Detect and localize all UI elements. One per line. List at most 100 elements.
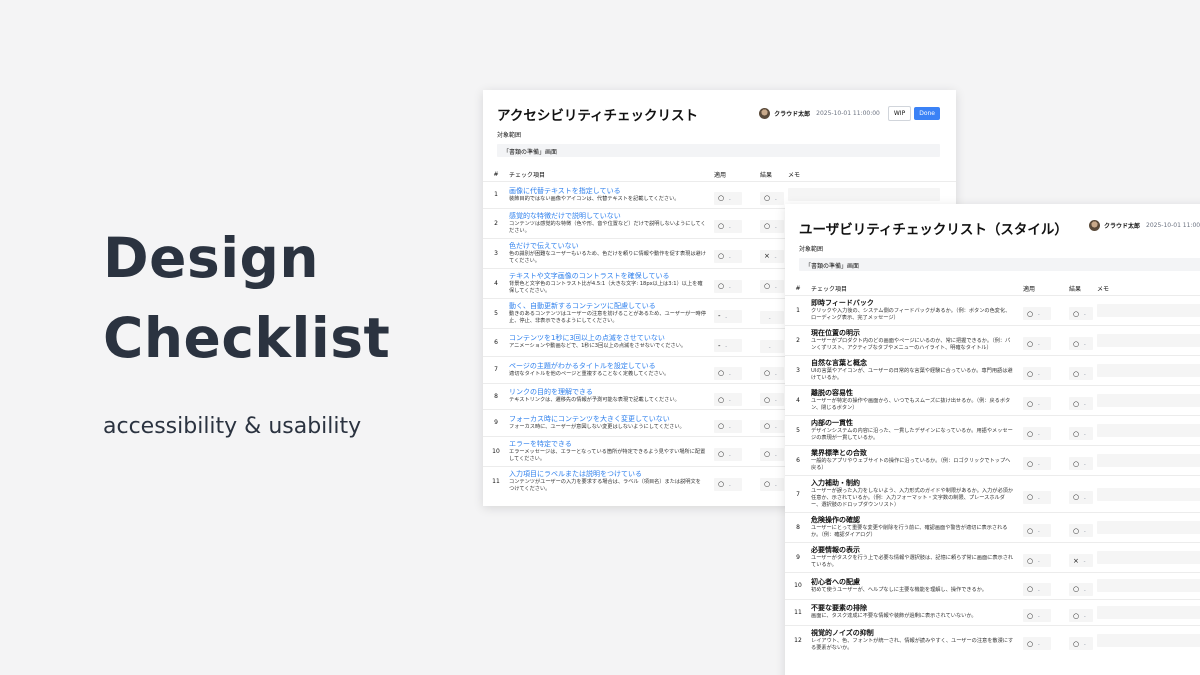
check-item-description: デザインシステムの内容に沿った、一貫したデザインになっているか。用語やメッセージ…: [811, 428, 1013, 441]
result-select[interactable]: ○ ⌄: [760, 279, 784, 293]
apply-select[interactable]: ○ ⌄: [1023, 367, 1051, 381]
apply-select[interactable]: ○ ⌄: [1023, 490, 1051, 504]
result-select[interactable]: ○ ⌄: [1069, 524, 1093, 538]
apply-select[interactable]: ○ ⌄: [714, 393, 742, 406]
chevron-down-icon: ⌄: [728, 423, 732, 429]
chevron-down-icon: ⌄: [1083, 341, 1087, 347]
apply-select[interactable]: ○ ⌄: [714, 477, 742, 491]
chevron-down-icon: ⌄: [774, 423, 778, 429]
memo-input[interactable]: [1097, 487, 1200, 501]
apply-select[interactable]: ○ ⌄: [1023, 582, 1051, 596]
apply-select[interactable]: ○ ⌄: [714, 191, 742, 205]
apply-select[interactable]: - ⌄: [714, 309, 742, 323]
done-badge-button[interactable]: Done: [914, 107, 940, 120]
apply-select[interactable]: ○ ⌄: [714, 419, 742, 433]
chevron-down-icon: ⌄: [1037, 311, 1041, 317]
memo-input[interactable]: [1097, 551, 1200, 564]
memo-input[interactable]: [1097, 424, 1200, 437]
sheet-title: アクセシビリティチェックリスト: [497, 108, 699, 124]
chevron-down-icon: ⌄: [773, 253, 778, 259]
row-number: 9: [796, 554, 800, 561]
check-item-description: コンテンツがユーザーの入力を要求する場合は、ラベル（項目名）または説明文をつけて…: [509, 478, 701, 492]
apply-value: ○: [718, 480, 725, 489]
result-select[interactable]: × ⌄: [760, 249, 784, 263]
result-select[interactable]: ○ ⌄: [1069, 637, 1093, 651]
memo-input[interactable]: [1097, 334, 1200, 347]
result-select[interactable]: ○ ⌄: [1069, 427, 1093, 441]
result-value: ○: [764, 194, 771, 202]
apply-value: ○: [718, 450, 725, 459]
scope-field[interactable]: 「書類の準備」画面: [799, 258, 1200, 271]
apply-value: ○: [1027, 339, 1034, 348]
apply-select[interactable]: ○ ⌄: [1023, 457, 1051, 471]
apply-select[interactable]: ○ ⌄: [1023, 307, 1051, 321]
apply-select[interactable]: ○ ⌄: [714, 366, 742, 380]
result-select[interactable]: ⌄: [760, 340, 784, 353]
check-item: リンクの目的を理解できる テキストリンクは、遷移先の情報が予測可能な表現で記載して…: [509, 388, 714, 404]
memo-input[interactable]: [1097, 394, 1200, 407]
result-select[interactable]: ○ ⌄: [1069, 490, 1093, 504]
check-item-title: 危険操作の確認: [811, 516, 860, 524]
result-select[interactable]: ○ ⌄: [760, 366, 784, 380]
apply-select[interactable]: ○ ⌄: [1023, 554, 1051, 568]
check-item-title[interactable]: 画像に代替テキストを指定している: [509, 187, 706, 196]
apply-select[interactable]: - ⌄: [714, 339, 742, 352]
chevron-down-icon: ⌄: [1083, 586, 1087, 592]
result-select[interactable]: × ⌄: [1069, 554, 1093, 568]
check-item: 必要情報の表示 ユーザーがタスクを行う上で必要な情報や選択肢は、記憶に頼らず常に画…: [811, 546, 1023, 569]
check-item-title[interactable]: 動く、自動更新するコンテンツに配慮している: [509, 302, 706, 311]
memo-input[interactable]: [1097, 454, 1200, 467]
result-select[interactable]: ○ ⌄: [1069, 457, 1093, 471]
check-item-title[interactable]: コンテンツを1秒に3回以上の点滅をさせていない: [509, 334, 706, 343]
chevron-down-icon: ⌄: [1037, 341, 1041, 347]
check-item-title[interactable]: 色だけで伝えていない: [509, 242, 706, 251]
result-select[interactable]: ○ ⌄: [760, 419, 784, 433]
memo-input[interactable]: [788, 188, 940, 202]
result-select[interactable]: ○ ⌄: [1069, 582, 1093, 596]
result-select[interactable]: ○ ⌄: [760, 447, 784, 461]
apply-select[interactable]: ○ ⌄: [714, 249, 742, 263]
check-item-title[interactable]: エラーを特定できる: [509, 440, 706, 449]
table-row: 9 必要情報の表示 ユーザーがタスクを行う上で必要な情報や選択肢は、記憶に頼らず常に…: [785, 542, 1200, 572]
apply-select[interactable]: ○ ⌄: [1023, 524, 1051, 538]
result-select[interactable]: ○ ⌄: [1069, 337, 1093, 351]
apply-select[interactable]: ○ ⌄: [1023, 609, 1051, 622]
result-select[interactable]: ⌄: [760, 310, 784, 324]
apply-select[interactable]: ○ ⌄: [714, 219, 742, 233]
result-select[interactable]: ○ ⌄: [760, 477, 784, 491]
result-value: ○: [1073, 309, 1080, 318]
result-select[interactable]: ○ ⌄: [1069, 609, 1093, 622]
chevron-down-icon: ⌄: [774, 283, 778, 289]
check-item-title: 現在位置の明示: [811, 329, 860, 337]
result-select[interactable]: ○ ⌄: [1069, 307, 1093, 321]
memo-input[interactable]: [1097, 364, 1200, 377]
apply-select[interactable]: ○ ⌄: [714, 279, 742, 293]
col-memo-header: メモ: [788, 171, 801, 179]
result-select[interactable]: ○ ⌄: [760, 219, 784, 233]
result-select[interactable]: ○ ⌄: [1069, 367, 1093, 381]
memo-input[interactable]: [1097, 605, 1200, 619]
check-item: 入力補助・制約 ユーザーが誤った入力をしないよう、入力形式のガイドや制限があるか。…: [811, 479, 1023, 509]
check-item-title[interactable]: 入力項目にラベルまたは説明をつけている: [509, 470, 706, 479]
apply-select[interactable]: ○ ⌄: [1023, 397, 1051, 411]
memo-input[interactable]: [1097, 521, 1200, 534]
memo-input[interactable]: [1097, 304, 1200, 317]
apply-value: ○: [1027, 369, 1034, 378]
scope-field[interactable]: 「書類の準備」画面: [497, 144, 940, 157]
apply-select[interactable]: ○ ⌄: [1023, 427, 1051, 441]
memo-input[interactable]: [1097, 634, 1200, 647]
apply-select[interactable]: ○ ⌄: [714, 447, 742, 461]
apply-select[interactable]: ○ ⌄: [1023, 337, 1051, 351]
check-item-title[interactable]: テキストや文字画像のコントラストを確保している: [509, 272, 706, 281]
check-item-title[interactable]: 感覚的な特徴だけで説明していない: [509, 212, 706, 221]
apply-select[interactable]: ○ ⌄: [1023, 637, 1051, 651]
check-item-title[interactable]: フォーカス時にコンテンツを大きく変更していない: [509, 415, 706, 424]
result-select[interactable]: ○ ⌄: [760, 191, 784, 205]
memo-input[interactable]: [1097, 579, 1200, 593]
result-select[interactable]: ○ ⌄: [760, 393, 784, 406]
check-item-title[interactable]: ページの主題がわかるタイトルを設定している: [509, 362, 706, 371]
result-select[interactable]: ○ ⌄: [1069, 397, 1093, 411]
chevron-down-icon: ⌄: [774, 195, 778, 201]
wip-badge-button[interactable]: WIP: [887, 106, 912, 121]
check-item-title[interactable]: リンクの目的を理解できる: [509, 388, 706, 397]
